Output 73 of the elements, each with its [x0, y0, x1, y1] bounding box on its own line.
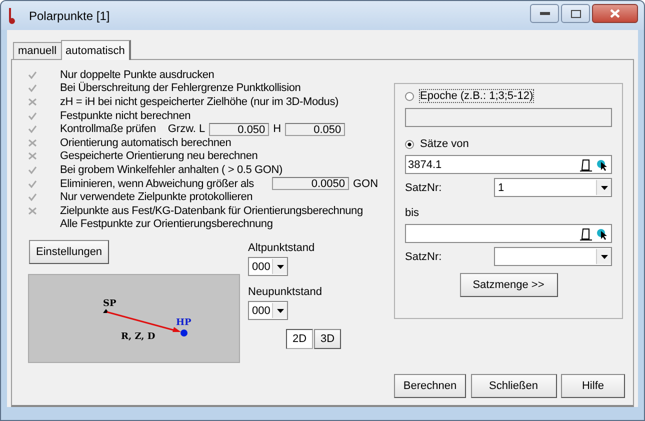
- settings-button[interactable]: Einstellungen: [29, 240, 110, 264]
- edge-label: R, Z, D: [121, 332, 156, 342]
- field-label: SatzNr:: [405, 182, 442, 194]
- action-button[interactable]: Schließen: [470, 374, 556, 398]
- option-label: Zielpunkte aus Fest/KG-Datenbank für Orientierungsberechnung: [60, 204, 363, 217]
- note-text: Alle Festpunkte zur Orientierungsberechnung: [60, 218, 273, 230]
- end-point-label: HP: [176, 318, 192, 328]
- dropdown[interactable]: 000: [248, 301, 288, 320]
- option-label: zH = iH bei nicht gespeicherter Zielhöhe (nur im 3D-Modus): [60, 96, 338, 108]
- dropdown-value: 000: [252, 260, 272, 273]
- option-label: Eliminieren, wenn Abweichung größer als: [60, 178, 254, 190]
- triangle-icon: [103, 309, 109, 314]
- mode-button[interactable]: 3D: [314, 329, 341, 350]
- start-point-label: SP: [103, 299, 116, 310]
- option-label: Nur doppelte Punkte ausdrucken: [60, 68, 214, 81]
- document-icon[interactable]: [579, 158, 593, 172]
- maximize-button[interactable]: [561, 4, 590, 23]
- radio-button[interactable]: [405, 92, 414, 100]
- field-label: Neupunktstand: [248, 286, 323, 298]
- checkmark-icon[interactable]: [28, 84, 37, 92]
- tab[interactable]: manuell: [13, 42, 62, 59]
- option-label: Gespeicherte Orientierung neu berechnen: [60, 150, 258, 162]
- option-label: Kontrollmaße prüfen: [60, 123, 156, 136]
- dropdown[interactable]: 1: [494, 178, 612, 197]
- checkmark-icon[interactable]: [28, 180, 37, 188]
- cursor-icon[interactable]: [595, 226, 609, 240]
- minimize-icon: [540, 12, 550, 16]
- dropdown-value: 1: [498, 182, 506, 194]
- input-field[interactable]: 3874.1: [405, 155, 612, 174]
- threshold-field[interactable]: 0.0050: [272, 177, 349, 190]
- close-button[interactable]: [592, 4, 638, 23]
- cross-icon[interactable]: [28, 98, 37, 106]
- tab[interactable]: automatisch: [60, 40, 131, 60]
- point-dot: [180, 330, 188, 337]
- option-label: Orientierung automatisch berechnen: [60, 136, 232, 149]
- cross-icon[interactable]: [28, 206, 37, 215]
- radio-label: Sätze von: [420, 138, 469, 150]
- field-label: H: [273, 123, 282, 136]
- dropdown[interactable]: 000: [248, 257, 288, 276]
- field-label: SatzNr:: [405, 250, 442, 262]
- action-button[interactable]: Berechnen: [394, 374, 466, 398]
- satzmenge-button[interactable]: Satzmenge >>: [460, 273, 558, 297]
- radio-label: Epoche (z.B.: 1;3;5-12): [420, 90, 534, 102]
- close-icon: [610, 9, 620, 18]
- option-label: Bei grobem Winkelfehler anhalten ( > 0.5 GON): [60, 164, 282, 176]
- checkmark-icon[interactable]: [28, 193, 37, 202]
- field-label: bis: [405, 207, 420, 219]
- checkmark-icon[interactable]: [28, 125, 37, 134]
- unit-label: GON: [352, 178, 378, 190]
- maximize-icon: [570, 10, 580, 18]
- option-label: Nur verwendete Zielpunkte protokollieren: [60, 191, 253, 204]
- cross-icon[interactable]: [28, 152, 37, 160]
- tolerance-field[interactable]: 0.050: [285, 122, 346, 136]
- dropdown[interactable]: [494, 247, 612, 266]
- field-label: Altpunktstand: [248, 242, 316, 254]
- radio-button[interactable]: [405, 140, 414, 148]
- checkmark-icon[interactable]: [28, 70, 37, 79]
- cursor-icon[interactable]: [595, 158, 609, 172]
- checkmark-icon[interactable]: [28, 166, 37, 174]
- document-icon[interactable]: [579, 226, 593, 240]
- mode-button[interactable]: 2D: [286, 329, 313, 350]
- window-title: Polarpunkte [1]: [29, 8, 111, 22]
- minimize-button[interactable]: [530, 4, 559, 23]
- dropdown-value: 000: [252, 304, 272, 317]
- option-label: Bei Überschreitung der Fehlergrenze Punktkollision: [60, 82, 301, 94]
- action-button[interactable]: Hilfe: [561, 374, 625, 398]
- input-field[interactable]: [405, 224, 612, 243]
- field-label: Grzw. L: [168, 123, 206, 136]
- field-value: 3874.1: [407, 158, 443, 170]
- cross-icon[interactable]: [28, 138, 37, 147]
- tolerance-field[interactable]: 0.050: [209, 122, 270, 136]
- option-label: Festpunkte nicht berechnen: [60, 110, 191, 122]
- checkmark-icon[interactable]: [28, 112, 37, 120]
